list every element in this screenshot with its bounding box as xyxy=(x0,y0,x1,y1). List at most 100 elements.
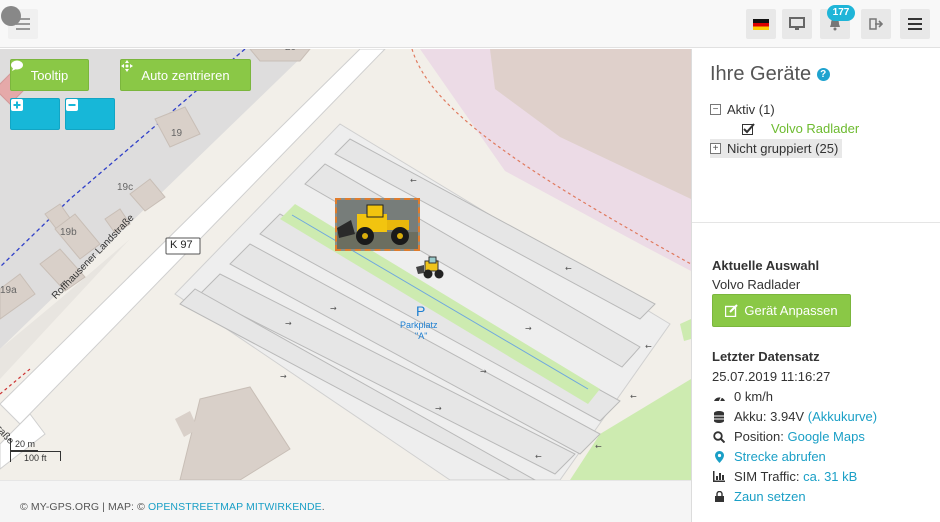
svg-text:←: ← xyxy=(645,342,652,351)
position-label: Position: xyxy=(734,429,784,444)
current-selection-value: Volvo Radlader xyxy=(712,277,801,292)
parking-symbol: P xyxy=(416,303,426,319)
sim-traffic-row: SIM Traffic: ca. 31 kB xyxy=(712,469,857,484)
svg-text:→: → xyxy=(330,304,337,313)
svg-text:←: ← xyxy=(595,442,602,451)
logout-button[interactable] xyxy=(861,9,891,39)
zoom-out-button[interactable] xyxy=(65,98,115,130)
svg-text:→: → xyxy=(480,367,487,376)
svg-text:←: ← xyxy=(565,264,572,273)
house-label-19c: 19c xyxy=(117,182,134,193)
speed-row: 0 km/h xyxy=(712,389,773,404)
svg-text:←: ← xyxy=(535,452,542,461)
flag-de-icon xyxy=(753,18,769,30)
house-label-19a: 19a xyxy=(0,285,17,296)
group-ungrouped[interactable]: + Nicht gruppiert (25) xyxy=(710,139,843,158)
google-maps-link[interactable]: Google Maps xyxy=(788,429,865,444)
device-item-volvo[interactable]: Volvo Radlader xyxy=(742,121,859,136)
lock-icon xyxy=(712,491,726,502)
svg-text:→: → xyxy=(285,319,292,328)
notification-count-badge: 177 xyxy=(827,5,855,21)
park-small xyxy=(680,319,691,341)
group-active[interactable]: − Aktiv (1) xyxy=(710,102,775,117)
auto-center-button[interactable]: Auto zentrieren xyxy=(120,59,251,91)
scale-metric: 20 m xyxy=(15,439,36,449)
house-label-20: 20 xyxy=(285,49,296,53)
edit-icon xyxy=(725,304,739,317)
device-photo-marker[interactable] xyxy=(335,198,420,251)
top-navbar: 177 xyxy=(0,0,940,48)
last-record-time: 25.07.2019 11:16:27 xyxy=(712,369,831,384)
current-selection-heading: Aktuelle Auswahl xyxy=(712,258,820,273)
help-icon[interactable]: ? xyxy=(816,68,830,82)
house-label-19b: 19b xyxy=(60,227,77,238)
language-button[interactable] xyxy=(746,9,776,39)
device-sidebar: Ihre Geräte ? − Aktiv (1) Volvo Radlader… xyxy=(691,49,940,522)
tooltip-button-label: Tooltip xyxy=(30,67,69,83)
building-bottom xyxy=(179,386,291,480)
position-row: Position: Google Maps xyxy=(712,429,865,444)
checkbox-checked-icon[interactable] xyxy=(742,122,755,135)
scale-imperial: 100 ft xyxy=(24,453,47,463)
sim-traffic-link[interactable]: ca. 31 kB xyxy=(803,469,857,484)
collapse-icon[interactable]: − xyxy=(710,104,721,115)
svg-text:→: → xyxy=(525,324,532,333)
battery-value: Akku: 3.94V xyxy=(734,409,805,424)
wheel-loader-image xyxy=(337,200,418,249)
auto-center-button-label: Auto zentrieren xyxy=(141,67,230,83)
plus-square-icon xyxy=(11,99,23,111)
monitor-icon xyxy=(789,17,805,30)
sim-traffic-label: SIM Traffic: xyxy=(734,469,800,484)
sidebar-title: Ihre Geräte ? xyxy=(710,63,830,86)
comment-icon xyxy=(11,60,23,71)
device-position-marker[interactable] xyxy=(416,255,446,281)
battery-curve-link[interactable]: (Akkukurve) xyxy=(808,409,877,424)
svg-text:→: → xyxy=(280,372,287,381)
scale-bar: 20 m 100 ft xyxy=(10,434,62,464)
minus-square-icon xyxy=(66,99,78,111)
main-menu-button[interactable] xyxy=(900,9,930,39)
house-label-19: 19 xyxy=(171,128,183,139)
parking-name-label: Parkplatz xyxy=(400,320,438,330)
svg-text:←: ← xyxy=(630,392,637,401)
attribution-prefix: © MY-GPS.ORG | MAP: © xyxy=(20,501,148,513)
crosshair-icon xyxy=(121,60,133,72)
osm-contributors-link[interactable]: OPENSTREETMAP MITWIRKENDE xyxy=(148,501,322,513)
last-record-heading: Letzter Datensatz xyxy=(712,349,820,364)
expand-icon[interactable]: + xyxy=(710,143,721,154)
fetch-route-link[interactable]: Strecke abrufen xyxy=(734,449,826,464)
battery-row: Akku: 3.94V (Akkukurve) xyxy=(712,409,877,424)
device-name-label[interactable]: Volvo Radlader xyxy=(771,121,859,136)
fence-row: Zaun setzen xyxy=(712,489,806,504)
speed-value: 0 km/h xyxy=(734,389,774,404)
dashboard-icon xyxy=(712,392,726,402)
wheel-loader-icon xyxy=(416,256,444,279)
zoom-in-button[interactable] xyxy=(10,98,60,130)
map-marker-icon xyxy=(712,450,726,463)
adjust-device-label: Gerät Anpassen xyxy=(744,303,838,318)
svg-text:←: ← xyxy=(410,176,417,185)
database-icon xyxy=(712,410,726,423)
bar-chart-icon xyxy=(712,471,726,482)
scale-tick xyxy=(10,438,11,462)
tooltip-button[interactable]: Tooltip xyxy=(10,59,89,91)
sidebar-divider xyxy=(692,222,940,223)
set-fence-link[interactable]: Zaun setzen xyxy=(734,489,806,504)
group-ungrouped-label: Nicht gruppiert (25) xyxy=(727,141,839,156)
group-active-label: Aktiv (1) xyxy=(727,102,775,117)
display-button[interactable] xyxy=(782,9,812,39)
loading-indicator-icon xyxy=(1,6,21,26)
parking-name-label-2: "A" xyxy=(415,331,428,341)
search-icon xyxy=(712,430,726,443)
map-attribution: © MY-GPS.ORG | MAP: © OPENSTREETMAP MITW… xyxy=(0,480,691,522)
adjust-device-button[interactable]: Gerät Anpassen xyxy=(712,294,851,327)
hamburger-icon xyxy=(908,18,922,30)
logout-icon xyxy=(869,18,883,30)
map-view[interactable]: ← ← → → ← → → ← → → ← ← 20 19 19c 19b 19a K 97… xyxy=(0,49,691,480)
scale-imperial-line xyxy=(10,451,60,452)
route-row: Strecke abrufen xyxy=(712,449,826,464)
road-ref-label: K 97 xyxy=(170,239,193,251)
sidebar-title-text: Ihre Geräte xyxy=(710,63,812,85)
svg-text:→: → xyxy=(435,404,442,413)
attribution-suffix: . xyxy=(321,501,325,513)
